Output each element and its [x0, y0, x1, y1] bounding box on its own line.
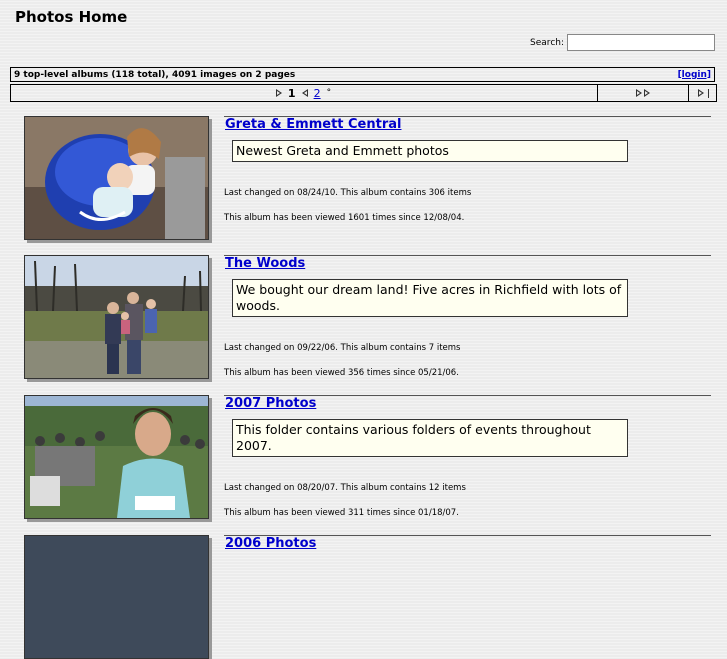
- pagination-pages: 1 2 °: [11, 85, 596, 101]
- next-page-button[interactable]: [597, 85, 688, 101]
- album-last-changed: Last changed on 09/22/06. This album con…: [224, 343, 461, 353]
- album-thumbnail-2007[interactable]: [24, 395, 209, 519]
- album-view-count: This album has been viewed 356 times sin…: [224, 368, 459, 378]
- last-page-arrow-icon: [697, 89, 704, 97]
- family-in-woods-photo-icon: [25, 256, 208, 378]
- current-page-arrow-icon: [275, 89, 282, 97]
- search-input[interactable]: [567, 34, 715, 51]
- current-page-number: 1: [287, 86, 296, 100]
- next-arrow-icon: [636, 89, 642, 97]
- album-thumbnail-woods[interactable]: [24, 255, 209, 379]
- album-summary-text: 9 top-level albums (118 total), 4091 ima…: [14, 69, 296, 80]
- kids-in-tub-photo-icon: [25, 117, 208, 239]
- last-page-button[interactable]: [688, 85, 717, 101]
- album-last-changed: Last changed on 08/24/10. This album con…: [224, 188, 472, 198]
- page-2-link[interactable]: 2: [314, 87, 321, 100]
- last-page-bar-icon: [707, 88, 709, 98]
- pager-dot: °: [326, 88, 332, 98]
- album-view-count: This album has been viewed 1601 times si…: [224, 213, 465, 223]
- album-description: Newest Greta and Emmett photos: [232, 140, 628, 162]
- page-title: Photos Home: [15, 8, 128, 26]
- album-title-link[interactable]: The Woods: [225, 256, 305, 271]
- album-title-link[interactable]: Greta & Emmett Central: [225, 117, 401, 132]
- album-last-changed: Last changed on 08/20/07. This album con…: [224, 483, 466, 493]
- album-thumbnail-greta-emmett[interactable]: [24, 116, 209, 240]
- pagination-bar: 1 2 °: [10, 84, 717, 102]
- login-link[interactable]: [login]: [678, 70, 711, 80]
- search-label: Search:: [530, 37, 564, 48]
- album-title-link[interactable]: 2006 Photos: [225, 536, 316, 551]
- page-arrow-left-icon: [301, 89, 308, 97]
- search-bar: Search:: [530, 34, 715, 51]
- album-description: We bought our dream land! Five acres in …: [232, 279, 628, 317]
- race-runner-photo-icon: [25, 396, 208, 518]
- album-summary-bar: 9 top-level albums (118 total), 4091 ima…: [10, 67, 715, 82]
- album-title-link[interactable]: 2007 Photos: [225, 396, 316, 411]
- next-arrow-icon: [644, 89, 650, 97]
- album-description: This folder contains various folders of …: [232, 419, 628, 457]
- album-photo-icon: [25, 536, 208, 658]
- album-view-count: This album has been viewed 311 times sin…: [224, 508, 459, 518]
- album-thumbnail-2006[interactable]: [24, 535, 209, 659]
